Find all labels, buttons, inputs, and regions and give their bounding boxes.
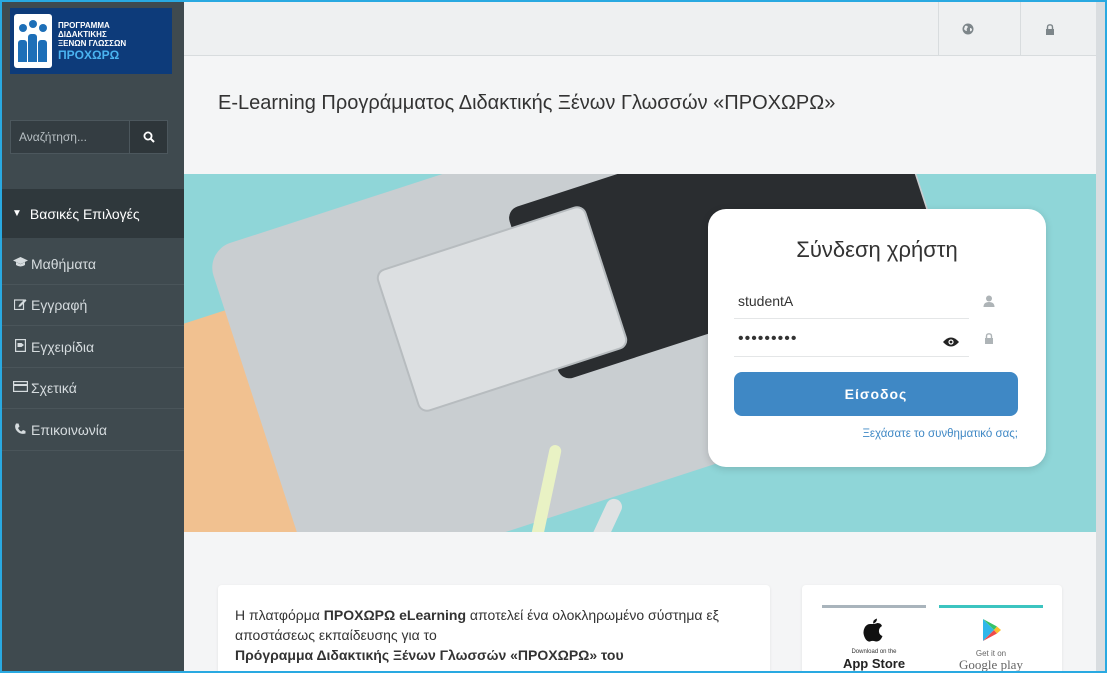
logo[interactable]: ΠΡΟΓΡΑΜΜΑ ΔΙΔΑΚΤΙΚΗΣ ΞΕΝΩΝ ΓΛΩΣΣΩΝ ΠΡΟΧΩ…	[10, 8, 172, 74]
sidebar-item-about[interactable]: Σχετικά	[2, 368, 184, 409]
sidebar-item-courses[interactable]: Μαθήματα	[2, 244, 184, 285]
top-bar	[184, 2, 1096, 56]
user-icon	[982, 295, 996, 309]
lock-icon	[1045, 23, 1054, 35]
sidebar-item-label: Μαθήματα	[31, 256, 96, 272]
phone-icon	[12, 423, 28, 438]
logo-line: ΞΕΝΩΝ ΓΛΩΣΣΩΝ	[58, 38, 127, 48]
app-store-badge[interactable]: Download on the App Store	[822, 605, 926, 673]
hero-banner: Σύνδεση χρήστη studentA ••••••••• Είσοδο…	[184, 174, 1096, 532]
file-icon	[12, 339, 28, 355]
card-icon	[12, 381, 28, 395]
logo-line: ΔΙΔΑΚΤΙΚΗΣ	[58, 29, 107, 39]
page-scrollbar[interactable]	[1096, 2, 1105, 673]
nav-section-header[interactable]: ▼ Βασικές Επιλογές	[2, 189, 184, 238]
language-button[interactable]	[938, 2, 996, 56]
info-program-name: Πρόγραμμα Διδακτικής Ξένων Γλωσσών «ΠΡΟΧ…	[235, 647, 624, 663]
login-lock-button[interactable]	[1020, 2, 1078, 56]
app-store-small-label: Download on the	[851, 649, 897, 655]
logo-line: ΠΡΟΓΡΑΜΜΑ	[58, 20, 110, 30]
sidebar-item-contact[interactable]: Επικοινωνία	[2, 410, 184, 451]
edit-icon	[12, 298, 28, 313]
google-play-icon	[983, 619, 1001, 641]
info-brand-name: ΠΡΟΧΩΡΩ eLearning	[323, 607, 467, 623]
login-card: Σύνδεση χρήστη studentA ••••••••• Είσοδο…	[708, 209, 1046, 467]
app-store-label: App Store	[842, 656, 906, 671]
apple-icon	[863, 618, 883, 642]
username-field[interactable]: studentA	[734, 283, 969, 319]
password-field[interactable]: •••••••••	[734, 321, 969, 357]
main-content: E-Learning Προγράμματος Διδακτικής Ξένων…	[184, 2, 1096, 673]
lock-icon	[982, 333, 996, 347]
sidebar-item-label: Επικοινωνία	[31, 422, 107, 438]
apps-card: Download on the App Store Get it on Goog…	[802, 585, 1062, 673]
sidebar-item-label: Εγχειρίδια	[31, 339, 95, 355]
show-password-eye-icon[interactable]	[942, 335, 960, 347]
login-title: Σύνδεση χρήστη	[796, 237, 958, 262]
globe-icon	[962, 23, 973, 35]
page-title: E-Learning Προγράμματος Διδακτικής Ξένων…	[218, 92, 836, 114]
app-store-bar	[822, 605, 926, 608]
logo-badge-icon	[14, 14, 52, 68]
graduation-cap-icon	[12, 257, 28, 271]
search-box: Αναζήτηση...	[10, 120, 168, 154]
search-input[interactable]: Αναζήτηση...	[10, 120, 130, 154]
google-play-label: Google play	[959, 657, 1023, 672]
sidebar-item-register[interactable]: Εγγραφή	[2, 285, 184, 326]
google-play-badge[interactable]: Get it on Google play	[939, 605, 1043, 673]
forgot-password-link[interactable]: Ξεχάσατε το συνθηματικό σας;	[708, 428, 1018, 440]
login-submit-button[interactable]: Είσοδος	[734, 372, 1018, 416]
info-card: Η πλατφόρμα ΠΡΟΧΩΡΩ eLearning αποτελεί έ…	[218, 585, 770, 673]
chevron-down-icon: ▼	[12, 208, 22, 219]
google-play-bar	[939, 605, 1043, 608]
info-text-part: Η πλατφόρμα	[235, 607, 324, 623]
sidebar-item-label: Εγγραφή	[31, 297, 88, 313]
sidebar-item-label: Σχετικά	[31, 380, 77, 396]
search-icon	[143, 131, 155, 143]
info-text: Η πλατφόρμα ΠΡΟΧΩΡΩ eLearning αποτελεί έ…	[235, 605, 755, 665]
logo-text: ΠΡΟΓΡΑΜΜΑ ΔΙΔΑΚΤΙΚΗΣ ΞΕΝΩΝ ΓΛΩΣΣΩΝ ΠΡΟΧΩ…	[58, 21, 126, 62]
search-button[interactable]	[130, 120, 168, 154]
nav-section-label: Βασικές Επιλογές	[29, 205, 140, 222]
sidebar: ΠΡΟΓΡΑΜΜΑ ΔΙΔΑΚΤΙΚΗΣ ΞΕΝΩΝ ΓΛΩΣΣΩΝ ΠΡΟΧΩ…	[2, 2, 184, 673]
logo-brand: ΠΡΟΧΩΡΩ	[58, 47, 120, 62]
sidebar-item-manuals[interactable]: Εγχειρίδια	[2, 327, 184, 368]
